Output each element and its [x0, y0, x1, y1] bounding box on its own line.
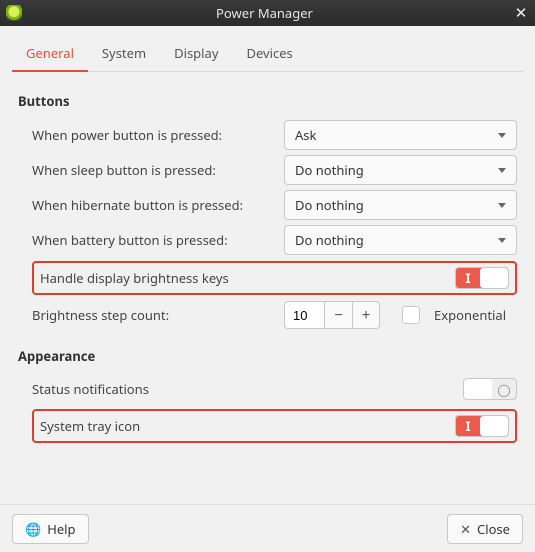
select-hibernate-button[interactable]: Do nothing	[284, 190, 517, 220]
titlebar: Power Manager ✕	[0, 0, 535, 26]
select-sleep-button[interactable]: Do nothing	[284, 155, 517, 185]
help-button-label: Help	[47, 520, 75, 538]
label-sleep-button: When sleep button is pressed:	[32, 161, 276, 179]
select-sleep-value: Do nothing	[295, 161, 364, 179]
row-sleep-button: When sleep button is pressed: Do nothing	[32, 155, 517, 185]
label-tray-icon: System tray icon	[38, 417, 455, 435]
toggle-brightness-keys[interactable]: I	[455, 267, 509, 289]
tab-system[interactable]: System	[88, 36, 160, 71]
select-power-value: Ask	[295, 126, 316, 144]
row-hibernate-button: When hibernate button is pressed: Do not…	[32, 190, 517, 220]
step-increment-button[interactable]: +	[352, 301, 380, 329]
section-buttons-title: Buttons	[18, 92, 517, 110]
input-brightness-step[interactable]	[284, 301, 324, 329]
footer-bar: 🌐 Help ✕ Close	[0, 504, 535, 552]
label-exponential: Exponential	[434, 306, 506, 324]
checkbox-exponential[interactable]	[402, 306, 420, 324]
toggle-knob	[480, 268, 508, 288]
help-icon: 🌐	[25, 520, 41, 538]
row-brightness-step: Brightness step count: − + Exponential	[32, 301, 517, 329]
row-tray-icon: System tray icon I	[32, 409, 517, 443]
close-button[interactable]: ✕ Close	[447, 514, 523, 544]
tab-general[interactable]: General	[12, 36, 88, 71]
tab-bar: General System Display Devices	[12, 36, 523, 72]
label-battery-button: When battery button is pressed:	[32, 231, 276, 249]
chevron-down-icon	[498, 203, 506, 208]
row-power-button: When power button is pressed: Ask	[32, 120, 517, 150]
row-brightness-keys: Handle display brightness keys I	[32, 261, 517, 295]
chevron-down-icon	[498, 168, 506, 173]
toggle-status-notifications[interactable]: ◯	[463, 378, 517, 400]
chevron-down-icon	[498, 238, 506, 243]
label-status-notifications: Status notifications	[32, 380, 455, 398]
step-decrement-button[interactable]: −	[324, 301, 352, 329]
select-hibernate-value: Do nothing	[295, 196, 364, 214]
close-icon: ✕	[460, 520, 471, 538]
toggle-tray-icon[interactable]: I	[455, 415, 509, 437]
help-button[interactable]: 🌐 Help	[12, 514, 89, 544]
brightness-step-group: − +	[284, 301, 380, 329]
toggle-knob	[464, 379, 492, 399]
toggle-on-indicator: I	[456, 269, 480, 287]
window-title: Power Manager	[22, 4, 507, 22]
close-button-label: Close	[477, 520, 510, 538]
row-status-notifications: Status notifications ◯	[32, 375, 517, 403]
toggle-on-indicator: I	[456, 417, 480, 435]
close-icon[interactable]: ✕	[507, 3, 535, 23]
select-battery-button[interactable]: Do nothing	[284, 225, 517, 255]
section-appearance-title: Appearance	[18, 347, 517, 365]
select-power-button[interactable]: Ask	[284, 120, 517, 150]
label-power-button: When power button is pressed:	[32, 126, 276, 144]
panel-general: Buttons When power button is pressed: As…	[12, 72, 523, 455]
tab-devices[interactable]: Devices	[232, 36, 306, 71]
toggle-knob	[480, 416, 508, 436]
toggle-off-indicator: ◯	[492, 381, 516, 398]
tab-display[interactable]: Display	[160, 36, 232, 71]
select-battery-value: Do nothing	[295, 231, 364, 249]
label-brightness-step: Brightness step count:	[32, 306, 276, 324]
content: General System Display Devices Buttons W…	[0, 26, 535, 455]
chevron-down-icon	[498, 133, 506, 138]
label-brightness-keys: Handle display brightness keys	[38, 269, 455, 287]
app-icon	[6, 5, 22, 21]
row-battery-button: When battery button is pressed: Do nothi…	[32, 225, 517, 255]
label-hibernate-button: When hibernate button is pressed:	[32, 196, 276, 214]
